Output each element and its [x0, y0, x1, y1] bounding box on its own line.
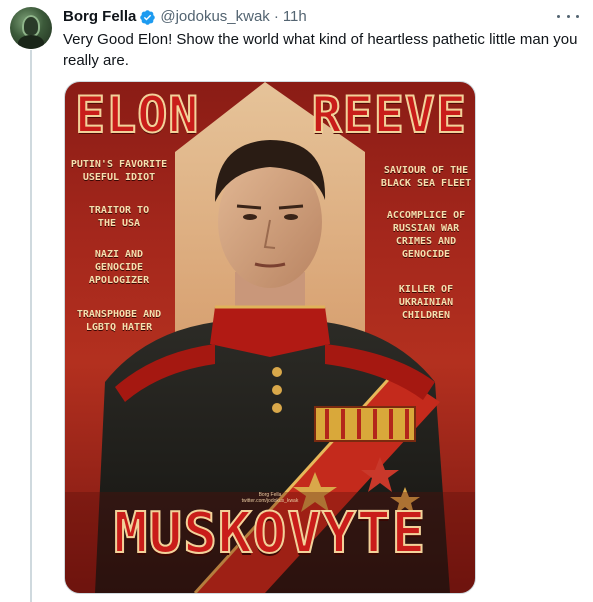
verified-badge-icon	[139, 9, 156, 26]
poster-bottom-title: MUSKOVYTE	[113, 501, 427, 567]
handle[interactable]: @jodokus_kwak	[160, 7, 269, 27]
poster-label: TRANSPHOBE AND LGBTQ HATER	[76, 309, 162, 333]
tweet-header: Borg Fella @jodokus_kwak · 11h	[63, 7, 583, 27]
more-dots-icon[interactable]	[557, 6, 579, 26]
tweet-media-image[interactable]: ELON REEVE PUTIN'S FAVORITE USEFUL IDIOT…	[64, 81, 476, 594]
poster-title-right: REEVE	[310, 85, 467, 145]
poster-label: SAVIOUR OF THE BLACK SEA FLEET	[380, 165, 472, 189]
thread-line	[30, 50, 32, 602]
poster-label: TRAITOR TO THE USA	[88, 205, 150, 229]
poster-label: ACCOMPLICE OF RUSSIAN WAR CRIMES AND GEN…	[386, 210, 466, 260]
tweet-text: Very Good Elon! Show the world what kind…	[63, 31, 578, 69]
poster-label: NAZI AND GENOCIDE APOLOGIZER	[88, 249, 150, 286]
poster-label: KILLER OF UKRAINIAN CHILDREN	[398, 284, 454, 321]
display-name[interactable]: Borg Fella	[63, 7, 136, 27]
poster-label: PUTIN'S FAVORITE USEFUL IDIOT	[70, 159, 168, 183]
poster-title-left: ELON	[74, 85, 200, 145]
separator-dot: ·	[273, 8, 279, 25]
timestamp[interactable]: 11h	[283, 7, 307, 27]
avatar[interactable]	[10, 7, 52, 49]
